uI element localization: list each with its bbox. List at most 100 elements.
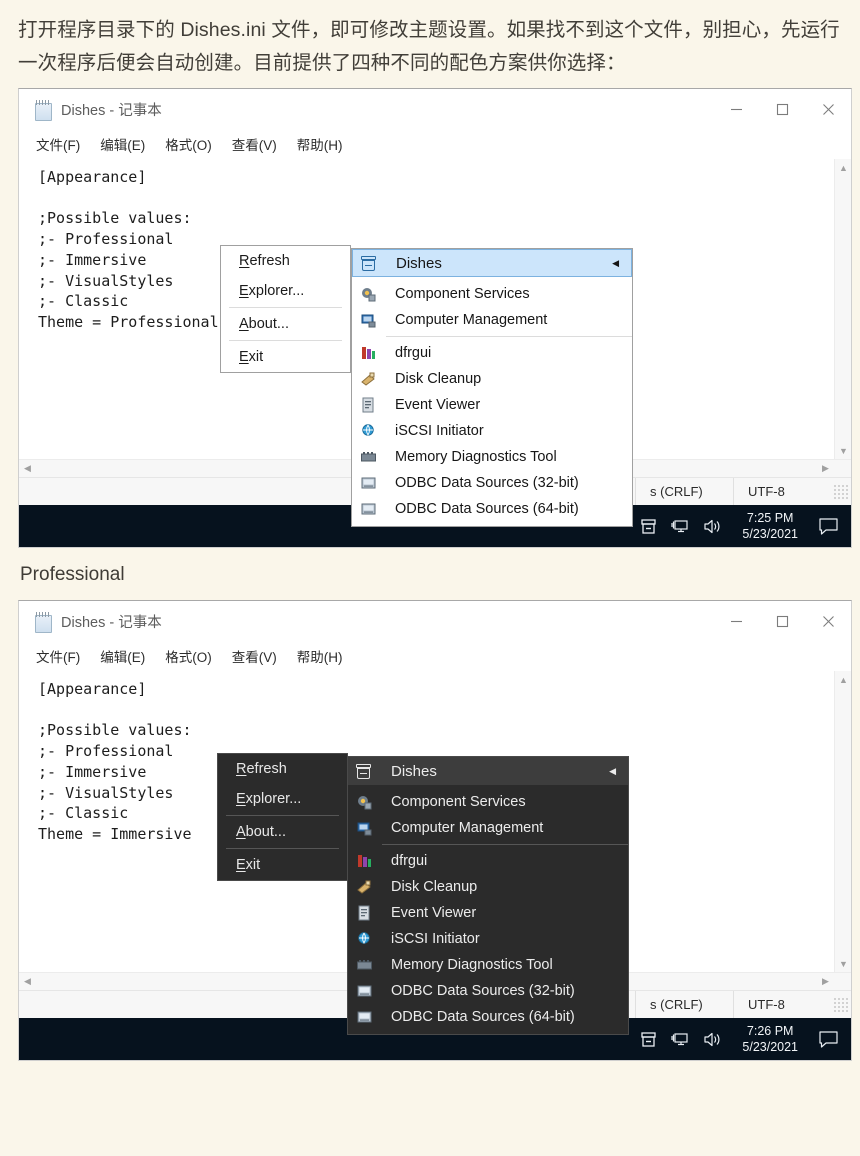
scroll-down-icon[interactable]: ▼ bbox=[835, 442, 851, 459]
dishes-icon bbox=[348, 763, 380, 780]
submenu-item-label: Component Services bbox=[395, 286, 530, 302]
menu-item-explorer[interactable]: Explorer... bbox=[221, 276, 350, 306]
volume-icon[interactable] bbox=[703, 518, 722, 535]
close-button[interactable] bbox=[805, 601, 851, 641]
menu-edit[interactable]: 编辑(E) bbox=[100, 646, 145, 666]
taskbar-clock[interactable]: 7:25 PM 5/23/2021 bbox=[736, 510, 804, 542]
taskbar-jumplist[interactable]: Dishes ◀ Component Services Computer Man… bbox=[347, 756, 629, 1035]
submenu-item-event-viewer[interactable]: Event Viewer bbox=[352, 392, 632, 418]
component-services-icon bbox=[352, 286, 384, 303]
menu-item-label: Exit bbox=[236, 857, 261, 873]
taskbar-clock[interactable]: 7:26 PM 5/23/2021 bbox=[736, 1023, 804, 1055]
close-button[interactable] bbox=[805, 89, 851, 129]
menu-separator bbox=[226, 848, 339, 849]
clock-time: 7:26 PM bbox=[746, 1024, 794, 1038]
submenu-item-odbc-64[interactable]: ODBC Data Sources (64-bit) bbox=[348, 1004, 628, 1030]
submenu-header-dishes[interactable]: Dishes ◀ bbox=[352, 249, 632, 277]
dishes-tray-icon[interactable] bbox=[640, 1031, 657, 1048]
tray-context-menu[interactable]: Refresh Explorer... About... Exit bbox=[220, 245, 351, 373]
intro-paragraph: 打开程序目录下的 Dishes.ini 文件，即可修改主题设置。如果找不到这个文… bbox=[18, 19, 840, 74]
submenu-item-label: ODBC Data Sources (64-bit) bbox=[391, 1009, 575, 1025]
resize-grip-icon[interactable] bbox=[833, 483, 849, 500]
dishes-tray-icon[interactable] bbox=[640, 518, 657, 535]
menu-item-label: About... bbox=[236, 824, 286, 840]
submenu-item-component-services[interactable]: Component Services bbox=[348, 789, 628, 815]
scroll-right-icon[interactable]: ▶ bbox=[817, 973, 834, 990]
submenu-item-component-services[interactable]: Component Services bbox=[352, 281, 632, 307]
menu-format[interactable]: 格式(O) bbox=[165, 646, 212, 666]
scroll-up-icon[interactable]: ▲ bbox=[835, 671, 851, 688]
minimize-button[interactable] bbox=[713, 89, 759, 129]
vertical-scrollbar[interactable]: ▲ ▼ bbox=[834, 671, 851, 972]
scroll-up-icon[interactable]: ▲ bbox=[835, 159, 851, 176]
status-line-ending: s (CRLF) bbox=[635, 991, 733, 1018]
system-tray: 7:25 PM 5/23/2021 bbox=[640, 510, 851, 542]
menu-format[interactable]: 格式(O) bbox=[165, 134, 212, 154]
submenu-item-label: ODBC Data Sources (32-bit) bbox=[395, 475, 579, 491]
menu-view[interactable]: 查看(V) bbox=[232, 646, 277, 666]
action-center-icon[interactable] bbox=[818, 517, 839, 536]
submenu-item-label: Disk Cleanup bbox=[395, 371, 482, 387]
menu-item-label: Refresh bbox=[236, 761, 287, 777]
maximize-button[interactable] bbox=[759, 601, 805, 641]
window-controls bbox=[713, 601, 851, 641]
scroll-right-icon[interactable]: ▶ bbox=[817, 460, 834, 477]
menu-item-explorer[interactable]: Explorer... bbox=[218, 784, 347, 814]
defrag-icon bbox=[348, 853, 380, 870]
event-viewer-icon bbox=[348, 905, 380, 922]
scroll-left-icon[interactable]: ◀ bbox=[19, 460, 36, 477]
scroll-down-icon[interactable]: ▼ bbox=[835, 955, 851, 972]
tray-context-menu[interactable]: Refresh Explorer... About... Exit bbox=[217, 753, 348, 881]
titlebar: Dishes - 记事本 bbox=[19, 601, 851, 641]
submenu-item-odbc-32[interactable]: ODBC Data Sources (32-bit) bbox=[348, 978, 628, 1004]
taskbar-jumplist[interactable]: Dishes ◀ Component Services Computer Man… bbox=[351, 248, 633, 527]
notepad-icon bbox=[35, 99, 52, 121]
menu-item-about[interactable]: About... bbox=[218, 817, 347, 847]
figure-immersive: Dishes - 记事本 文件(F) 编辑(E) 格式(O) 查看(V) 帮助(… bbox=[18, 600, 852, 1061]
menu-help[interactable]: 帮助(H) bbox=[297, 134, 343, 154]
disk-cleanup-icon bbox=[348, 879, 380, 896]
menu-view[interactable]: 查看(V) bbox=[232, 134, 277, 154]
submenu-header-label: Dishes bbox=[391, 762, 437, 780]
menu-separator bbox=[226, 815, 339, 816]
menu-item-refresh[interactable]: Refresh bbox=[221, 246, 350, 276]
submenu-item-iscsi-initiator[interactable]: iSCSI Initiator bbox=[352, 418, 632, 444]
submenu-item-iscsi-initiator[interactable]: iSCSI Initiator bbox=[348, 926, 628, 952]
submenu-item-event-viewer[interactable]: Event Viewer bbox=[348, 900, 628, 926]
submenu-item-memory-diagnostics[interactable]: Memory Diagnostics Tool bbox=[352, 444, 632, 470]
menu-item-refresh[interactable]: Refresh bbox=[218, 754, 347, 784]
submenu-item-label: ODBC Data Sources (32-bit) bbox=[391, 983, 575, 999]
menu-edit[interactable]: 编辑(E) bbox=[100, 134, 145, 154]
submenu-item-dfrgui[interactable]: dfrgui bbox=[352, 340, 632, 366]
resize-grip-icon[interactable] bbox=[833, 996, 849, 1013]
submenu-item-disk-cleanup[interactable]: Disk Cleanup bbox=[352, 366, 632, 392]
maximize-button[interactable] bbox=[759, 89, 805, 129]
menu-help[interactable]: 帮助(H) bbox=[297, 646, 343, 666]
submenu-item-computer-management[interactable]: Computer Management bbox=[352, 307, 632, 333]
network-icon[interactable] bbox=[671, 518, 689, 535]
status-line-ending: s (CRLF) bbox=[635, 478, 733, 505]
menu-file[interactable]: 文件(F) bbox=[36, 134, 80, 154]
submenu-header-dishes[interactable]: Dishes ◀ bbox=[348, 757, 628, 785]
menu-item-exit[interactable]: Exit bbox=[218, 850, 347, 880]
submenu-item-computer-management[interactable]: Computer Management bbox=[348, 815, 628, 841]
window-controls bbox=[713, 89, 851, 129]
action-center-icon[interactable] bbox=[818, 1030, 839, 1049]
menu-item-label: Explorer... bbox=[239, 283, 305, 299]
minimize-button[interactable] bbox=[713, 601, 759, 641]
scroll-left-icon[interactable]: ◀ bbox=[19, 973, 36, 990]
odbc-64-icon bbox=[348, 1009, 380, 1026]
notepad-icon bbox=[35, 611, 52, 633]
volume-icon[interactable] bbox=[703, 1031, 722, 1048]
vertical-scrollbar[interactable]: ▲ ▼ bbox=[834, 159, 851, 459]
menu-item-exit[interactable]: Exit bbox=[221, 342, 350, 372]
submenu-item-odbc-64[interactable]: ODBC Data Sources (64-bit) bbox=[352, 496, 632, 522]
submenu-item-memory-diagnostics[interactable]: Memory Diagnostics Tool bbox=[348, 952, 628, 978]
menu-item-about[interactable]: About... bbox=[221, 309, 350, 339]
submenu-item-disk-cleanup[interactable]: Disk Cleanup bbox=[348, 874, 628, 900]
menubar: 文件(F) 编辑(E) 格式(O) 查看(V) 帮助(H) bbox=[19, 641, 851, 671]
submenu-item-dfrgui[interactable]: dfrgui bbox=[348, 848, 628, 874]
submenu-item-odbc-32[interactable]: ODBC Data Sources (32-bit) bbox=[352, 470, 632, 496]
network-icon[interactable] bbox=[671, 1031, 689, 1048]
menu-file[interactable]: 文件(F) bbox=[36, 646, 80, 666]
